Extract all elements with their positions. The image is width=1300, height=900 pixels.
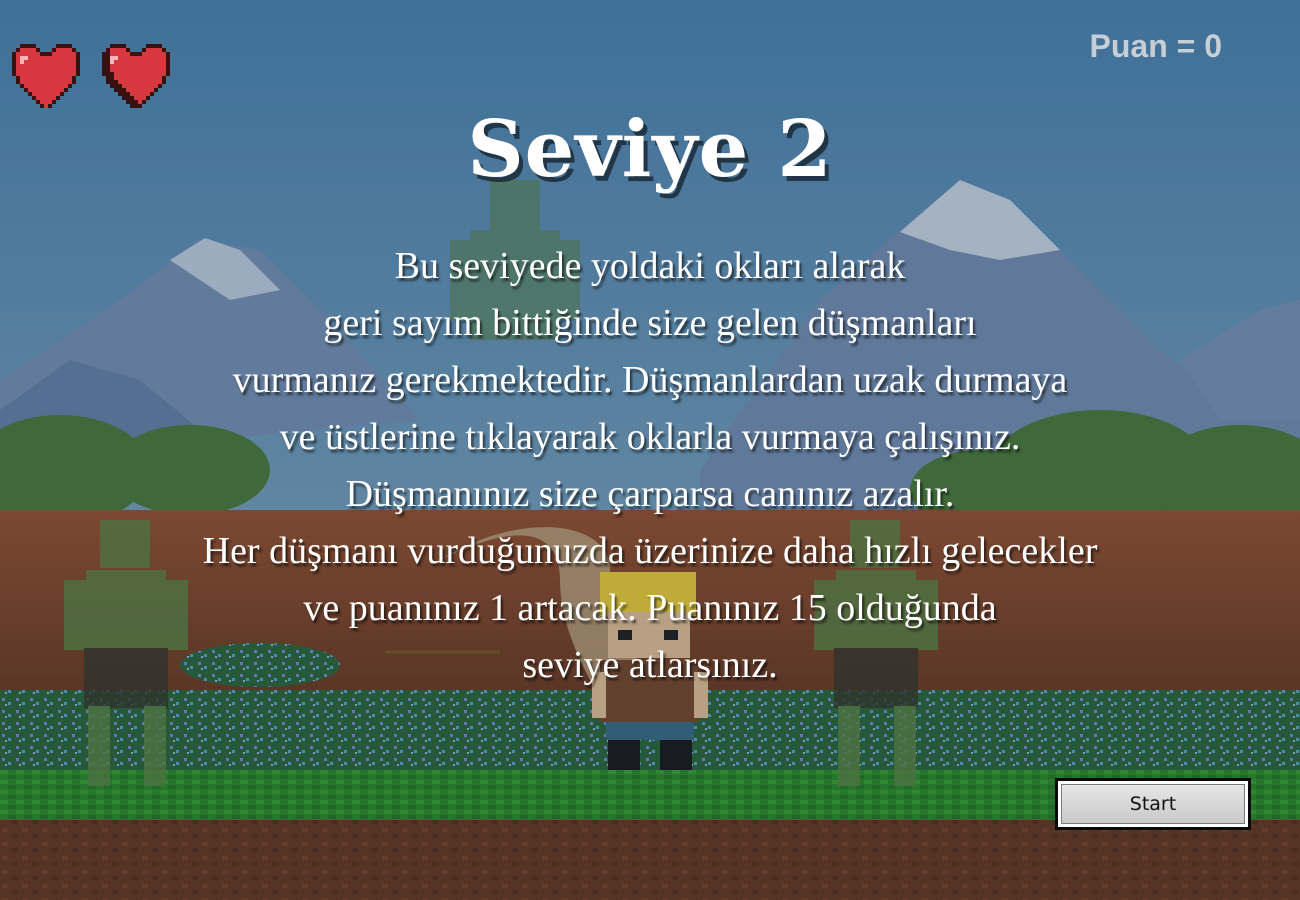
heart-icon xyxy=(102,44,170,108)
instruction-line: Bu seviyede yoldaki okları alarak xyxy=(394,245,906,287)
instruction-line: Her düşmanı vurduğunuzda üzerinize daha … xyxy=(202,530,1098,572)
start-button-label[interactable]: Start xyxy=(1061,784,1245,824)
level-title: Seviye 2 xyxy=(467,104,833,195)
instruction-line: ve üstlerine tıklayarak oklarla vurmaya … xyxy=(279,416,1021,458)
level-instructions: Bu seviyede yoldaki okları alarak geri s… xyxy=(0,238,1300,694)
instruction-line: seviye atlarsınız. xyxy=(522,644,778,686)
instruction-line: Düşmanınız size çarparsa canınız azalır. xyxy=(345,473,955,515)
instruction-line: vurmanız gerekmektedir. Düşmanlardan uza… xyxy=(232,359,1068,401)
start-button[interactable]: Start xyxy=(1055,778,1251,830)
heart-icon xyxy=(12,44,80,108)
instruction-line: ve puanınız 1 artacak. Puanınız 15 olduğ… xyxy=(303,587,997,629)
instruction-line: geri sayım bittiğinde size gelen düşmanl… xyxy=(323,302,977,344)
score-label: Puan = 0 xyxy=(1089,28,1223,64)
lives-display xyxy=(8,44,174,108)
